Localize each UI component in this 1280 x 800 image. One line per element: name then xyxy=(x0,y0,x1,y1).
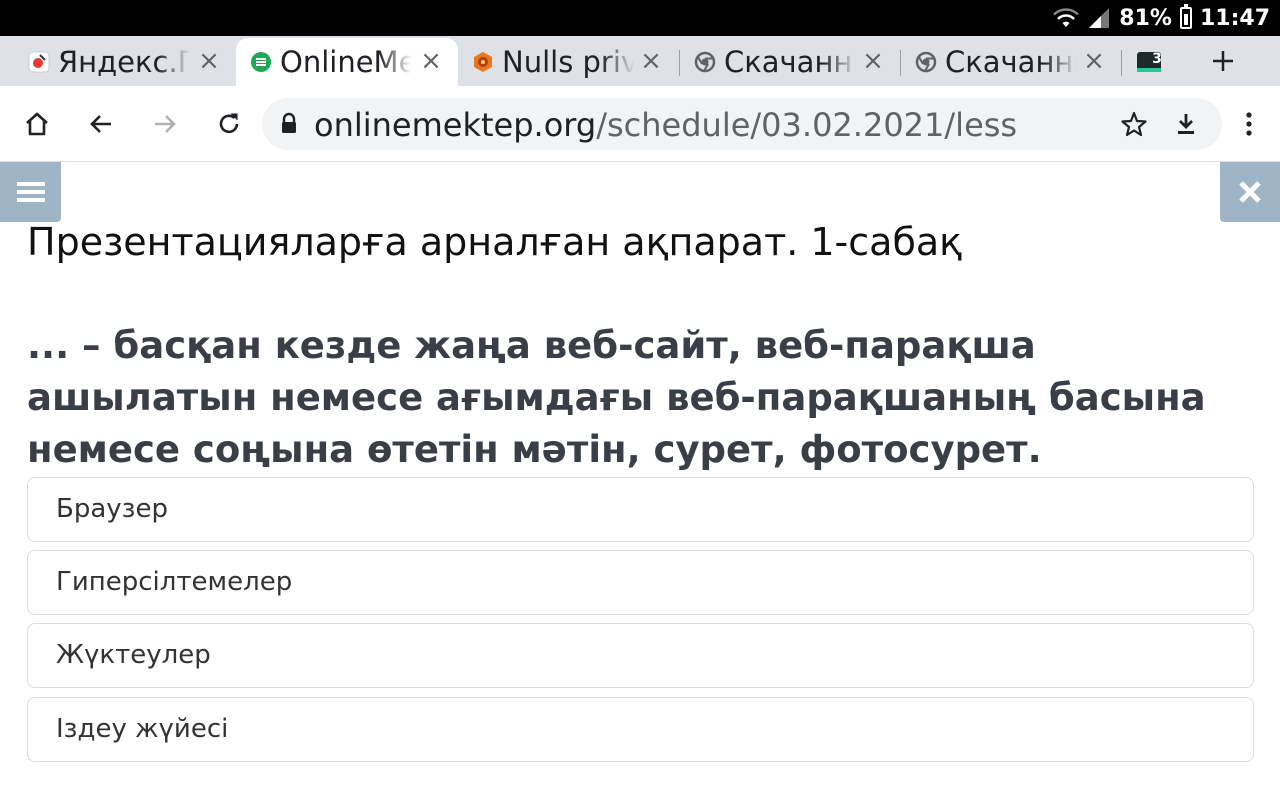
answer-option-1[interactable]: Браузер xyxy=(27,477,1254,542)
onlinemektep-icon xyxy=(250,51,272,73)
tab-title: Скачанные xyxy=(945,45,1077,79)
close-tab-icon[interactable]: × xyxy=(420,48,442,74)
yandex-icon xyxy=(28,51,50,73)
lesson-title: Презентацияларға арналған ақпарат. 1-саб… xyxy=(27,220,963,264)
tab-nulls[interactable]: Nulls private × xyxy=(458,38,678,86)
close-tab-icon[interactable]: × xyxy=(1083,48,1105,74)
clock: 11:47 xyxy=(1199,5,1270,31)
answer-option-label: Гиперсілтемелер xyxy=(56,567,293,597)
tab-badge[interactable]: 3 xyxy=(1122,38,1190,86)
close-icon xyxy=(1239,181,1261,203)
sidebar-toggle-button[interactable] xyxy=(0,162,61,222)
star-icon xyxy=(1121,111,1147,137)
tab-title: OnlineMektep xyxy=(280,45,412,79)
question-text: ... – басқан кезде жаңа веб-сайт, веб-па… xyxy=(27,324,1206,471)
tab-downloads-2[interactable]: Скачанные × xyxy=(901,38,1121,86)
close-tab-icon[interactable]: × xyxy=(862,48,884,74)
nulls-icon xyxy=(472,51,494,73)
download-icon xyxy=(1178,114,1194,134)
close-tab-icon[interactable]: × xyxy=(640,48,662,74)
plus-icon xyxy=(1213,51,1233,71)
answer-option-label: Іздеу жүйесі xyxy=(56,714,229,744)
signal-icon xyxy=(1087,7,1111,29)
battery-level: 81% xyxy=(1119,5,1172,31)
arrow-right-icon xyxy=(155,115,176,133)
arrow-left-icon xyxy=(90,115,111,133)
home-icon xyxy=(26,112,48,136)
menu-overflow-button[interactable] xyxy=(1231,106,1267,142)
tab-strip: Яндекс.Поиск × OnlineMektep × Nulls priv… xyxy=(0,36,1280,86)
tab-title: Скачанные xyxy=(724,45,856,79)
close-panel-button[interactable] xyxy=(1220,162,1280,222)
chrome-icon xyxy=(694,51,716,73)
battery-icon xyxy=(1179,4,1192,29)
url-host: onlinemektep.org xyxy=(314,106,597,144)
close-tab-icon[interactable]: × xyxy=(198,48,220,74)
hamburger-icon xyxy=(16,182,45,202)
tab-title: Яндекс.Поиск xyxy=(58,45,190,79)
wifi-icon xyxy=(1053,7,1080,29)
page-content: Презентацияларға арналған ақпарат. 1-саб… xyxy=(0,162,1280,800)
reload-icon xyxy=(219,113,239,134)
answer-option-3[interactable]: Жүктеулер xyxy=(27,623,1254,688)
bookmark-button[interactable] xyxy=(1116,106,1152,142)
back-button[interactable] xyxy=(83,106,119,142)
url-path: /schedule/03.02.2021/less xyxy=(596,106,1018,144)
status-bar: 81% 11:47 xyxy=(0,0,1280,36)
tab-downloads-1[interactable]: Скачанные × xyxy=(680,38,900,86)
url-text[interactable]: onlinemektep.org/schedule/03.02.2021/les… xyxy=(314,105,1094,145)
answer-option-label: Браузер xyxy=(56,494,168,524)
new-tab-button[interactable] xyxy=(1205,44,1241,80)
answer-option-label: Жүктеулер xyxy=(56,640,211,670)
reload-button[interactable] xyxy=(211,106,247,142)
tab-title: Nulls private xyxy=(502,45,634,79)
home-button[interactable] xyxy=(19,106,55,142)
tab-badge-number: 3 xyxy=(1152,51,1162,67)
answer-option-2[interactable]: Гиперсілтемелер xyxy=(27,550,1254,615)
address-bar[interactable]: onlinemektep.org/schedule/03.02.2021/les… xyxy=(262,98,1222,150)
answer-option-4[interactable]: Іздеу жүйесі xyxy=(27,697,1254,762)
download-button[interactable] xyxy=(1168,106,1204,142)
browser-toolbar: onlinemektep.org/schedule/03.02.2021/les… xyxy=(0,86,1280,162)
tab-onlinemektep[interactable]: OnlineMektep × xyxy=(236,38,458,86)
lock-icon xyxy=(280,112,298,136)
chrome-icon xyxy=(915,51,937,73)
status-indicators: 81% 11:47 xyxy=(1053,0,1270,36)
forward-button[interactable] xyxy=(147,106,183,142)
tab-yandex[interactable]: Яндекс.Поиск × xyxy=(14,38,236,86)
more-vert-icon xyxy=(1246,112,1252,136)
